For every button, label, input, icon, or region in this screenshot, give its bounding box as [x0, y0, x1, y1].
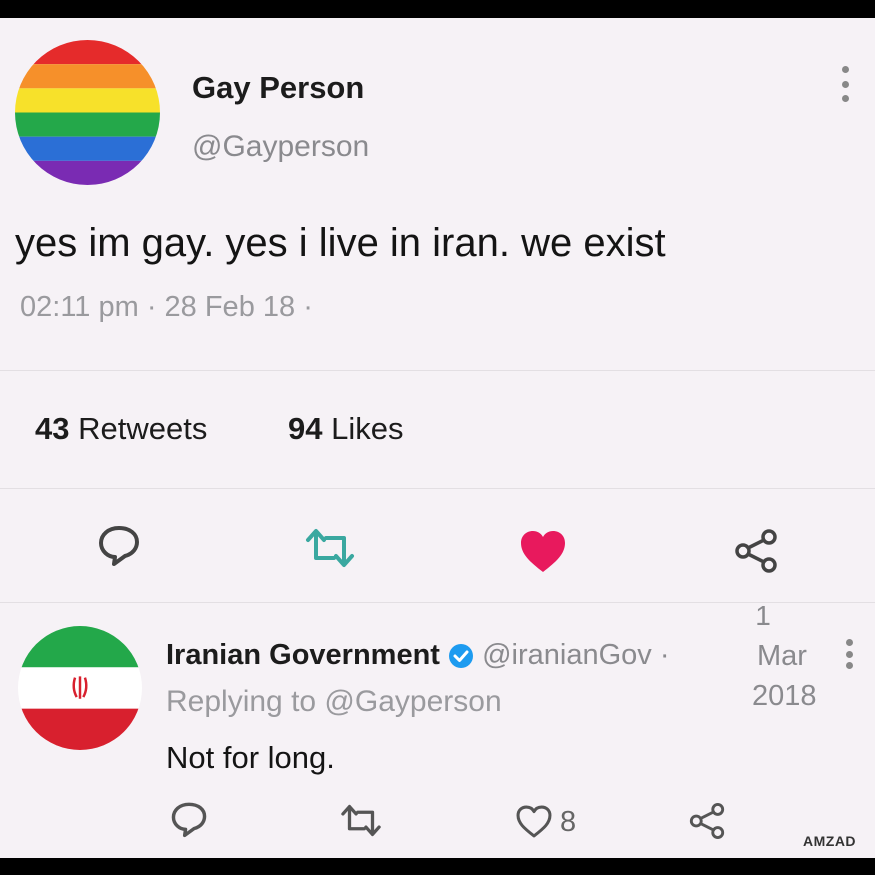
divider [0, 488, 875, 489]
like-button[interactable] [518, 528, 568, 574]
more-vertical-icon [845, 639, 853, 646]
reply-date-year: 2018 [752, 680, 817, 712]
reply-share-button[interactable] [688, 802, 726, 840]
retweet-button[interactable] [302, 528, 358, 568]
share-icon [689, 803, 725, 839]
reply-like-button[interactable] [515, 804, 553, 839]
reply-more-options-button[interactable] [844, 639, 854, 669]
reply-date-separator: · [659, 639, 670, 671]
author-name[interactable]: Gay Person [192, 70, 364, 106]
watermark: AMZAD [803, 833, 857, 849]
author-handle[interactable]: @Gayperson [192, 130, 369, 164]
reply-reply-button[interactable] [170, 800, 208, 838]
reply-text: Not for long. [166, 740, 335, 775]
verified-badge-icon [449, 644, 474, 669]
speech-bubble-icon [171, 802, 207, 838]
divider [0, 370, 875, 371]
heart-icon [516, 805, 552, 838]
retweet-icon [341, 804, 381, 837]
more-options-button[interactable] [840, 66, 850, 102]
iran-flag-avatar[interactable] [18, 626, 142, 750]
speech-bubble-icon [99, 526, 139, 566]
retweets-stat[interactable]: 43 Retweets [35, 411, 207, 447]
likes-count: 94 [288, 411, 323, 446]
reply-date-month: Mar [757, 640, 807, 672]
retweets-label: Retweets [78, 411, 208, 446]
likes-stat[interactable]: 94 Likes [288, 411, 403, 447]
replying-to[interactable]: Replying to @Gayperson [166, 685, 502, 719]
tweet-text: yes im gay. yes i live in iran. we exist [15, 221, 666, 265]
reply-author-name[interactable]: Iranian Government [166, 639, 440, 671]
reply-likes-count: 8 [560, 806, 577, 838]
reply-button[interactable] [97, 523, 141, 567]
likes-label: Likes [331, 411, 404, 446]
retweet-icon [306, 529, 354, 567]
divider [0, 602, 875, 603]
retweets-count: 43 [35, 411, 70, 446]
reply-retweet-button[interactable] [338, 804, 384, 837]
reply-date-day: 1 [755, 600, 771, 631]
share-button[interactable] [733, 528, 779, 574]
tweet-screen: Gay Person @Gayperson yes im gay. yes i … [0, 18, 875, 858]
heart-icon [521, 531, 565, 572]
rainbow-avatar[interactable] [15, 40, 160, 185]
more-vertical-icon [841, 66, 849, 73]
reply-header: Iranian Government @iranianGov · [166, 639, 670, 672]
reply-author-handle[interactable]: @iranianGov [482, 639, 652, 671]
share-icon [735, 529, 777, 573]
tweet-timestamp: 02:11 pm · 28 Feb 18 · [20, 291, 313, 323]
